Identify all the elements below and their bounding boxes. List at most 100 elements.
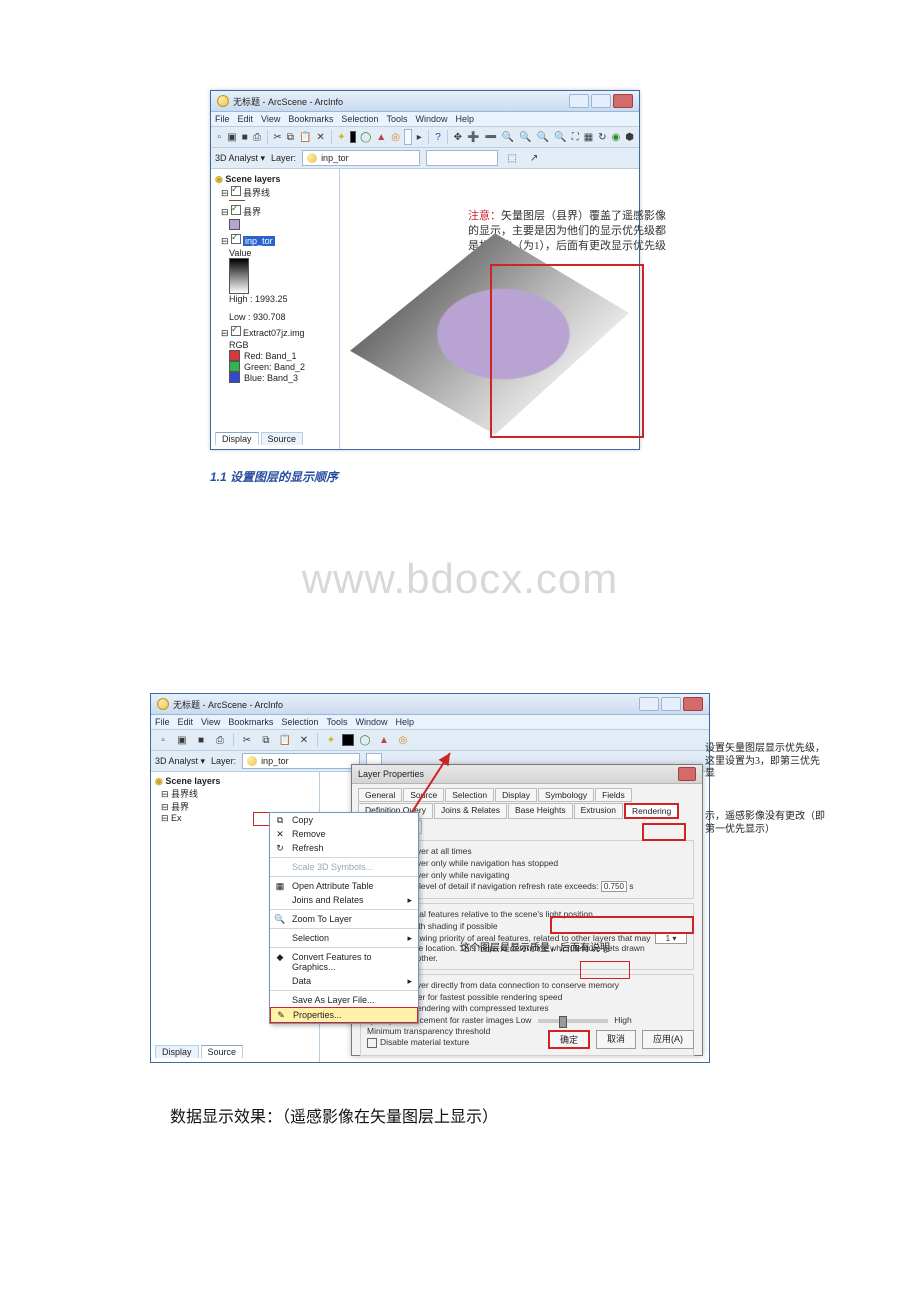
apply-button[interactable]: 应用(A) [642,1030,694,1049]
menu-tools[interactable]: Tools [326,717,347,727]
menu-help[interactable]: Help [455,114,474,124]
ctx-selection[interactable]: Selection▸ [270,931,418,945]
globe2-icon[interactable]: ◉ [611,129,622,145]
menu-help[interactable]: Help [395,717,414,727]
cut-icon[interactable]: ✂ [239,732,255,748]
fly-icon[interactable]: ▲ [375,129,387,145]
ctx-remove[interactable]: ✕Remove [270,827,418,841]
menu-bookmarks[interactable]: Bookmarks [288,114,333,124]
menu-edit[interactable]: Edit [238,114,254,124]
menu-file[interactable]: File [155,717,170,727]
copy-icon[interactable]: ⧉ [258,732,274,748]
tab-rendering[interactable]: Rendering [624,803,679,819]
cancel-button[interactable]: 取消 [596,1030,636,1049]
toc-layer-xjx-2[interactable]: ⊟ 县界线 [161,787,315,800]
new-icon[interactable]: ▫ [215,129,223,145]
box-icon[interactable] [404,129,412,145]
zoomin-icon[interactable]: ➕ [466,129,480,145]
maximize-button[interactable] [591,94,611,108]
delete-icon[interactable]: ✕ [315,129,325,145]
ctx-data[interactable]: Data▸ [270,974,418,988]
nav-icon[interactable]: ◯ [357,732,373,748]
maximize-button[interactable] [661,697,681,711]
paste-icon[interactable]: 📋 [277,732,293,748]
tab-baseheights[interactable]: Base Heights [508,803,573,819]
tab-source-2[interactable]: Source [201,1045,244,1058]
tab-general[interactable]: General [358,788,402,802]
toc-layer-xj[interactable]: ⊟ 县界 [221,205,335,218]
open-icon[interactable]: ▣ [226,129,237,145]
target-icon[interactable]: ◎ [390,129,401,145]
cut-icon[interactable]: ✂ [272,129,282,145]
ctx-zoom[interactable]: 🔍Zoom To Layer [270,912,418,926]
tab-display[interactable]: Display [215,432,259,445]
save-icon[interactable]: ■ [193,732,209,748]
add-data-icon[interactable]: ✦ [323,732,339,748]
full-extent-icon[interactable]: ⛶ [571,129,580,145]
tab-display-2[interactable]: Display [155,1045,199,1058]
tab-source[interactable]: Source [403,788,444,802]
menu-selection[interactable]: Selection [281,717,318,727]
target-icon[interactable]: ◎ [395,732,411,748]
close-button[interactable] [683,697,703,711]
save-icon[interactable]: ■ [241,129,249,145]
zoom2-icon[interactable]: 🔍 [518,129,532,145]
print-icon[interactable]: ⎙ [212,732,228,748]
color-swatch[interactable] [342,734,354,746]
tab-symbology[interactable]: Symbology [538,788,594,802]
zoomout-icon[interactable]: ➖ [483,129,497,145]
zoom1-icon[interactable]: 🔍 [501,129,515,145]
paste-icon[interactable]: 📋 [298,129,312,145]
zoom3-icon[interactable]: 🔍 [536,129,550,145]
menu-window[interactable]: Window [415,114,447,124]
expand-icon[interactable]: ▸ [415,129,423,145]
menu-edit[interactable]: Edit [178,717,194,727]
menu-tools[interactable]: Tools [386,114,407,124]
analyst-dropdown[interactable]: 3D Analyst ▾ [155,756,205,767]
tab-fields[interactable]: Fields [595,788,632,802]
menu-window[interactable]: Window [355,717,387,727]
ctx-saveas[interactable]: Save As Layer File... [270,993,418,1007]
toc-root-2[interactable]: ◉ Scene layers [155,776,315,787]
ctx-properties[interactable]: ✎Properties... [270,1007,418,1023]
layer-select[interactable]: inp_tor [302,150,420,166]
tab-source[interactable]: Source [261,432,304,445]
toc-layer-inp-tor[interactable]: ⊟ inp_tor [221,234,335,247]
print-icon[interactable]: ⎙ [252,129,262,145]
ctx-copy[interactable]: ⧉Copy [270,813,418,827]
menu-bookmarks[interactable]: Bookmarks [228,717,273,727]
grid-icon[interactable]: ▦ [583,129,594,145]
zoom4-icon[interactable]: 🔍 [553,129,567,145]
tab-joins[interactable]: Joins & Relates [434,803,507,819]
ctx-joins[interactable]: Joins and Relates▸ [270,893,418,907]
tab-extrusion[interactable]: Extrusion [574,803,623,819]
rotate-icon[interactable]: ↻ [597,129,607,145]
dialog-close-button[interactable] [678,767,696,781]
menu-file[interactable]: File [215,114,230,124]
tool-a-icon[interactable]: ⬚ [504,150,520,166]
refresh-rate-input[interactable]: 0.750 [601,881,627,892]
new-icon[interactable]: ▫ [155,732,171,748]
quality-slider[interactable] [538,1019,608,1023]
copy-icon[interactable]: ⧉ [286,129,295,145]
ctx-refresh[interactable]: ↻Refresh [270,841,418,855]
close-button[interactable] [613,94,633,108]
minimize-button[interactable] [639,697,659,711]
menu-view[interactable]: View [261,114,280,124]
delete-icon[interactable]: ✕ [296,732,312,748]
layer-select-2[interactable]: inp_tor [242,753,360,769]
pan-icon[interactable]: ✥ [453,129,463,145]
minimize-button[interactable] [569,94,589,108]
tool-b-icon[interactable]: ↗ [526,150,542,166]
fly-icon[interactable]: ▲ [376,732,392,748]
nav-icon[interactable]: ◯ [359,129,372,145]
open-icon[interactable]: ▣ [174,732,190,748]
tab-display[interactable]: Display [495,788,537,802]
menu-view[interactable]: View [201,717,220,727]
toc-layer-extract[interactable]: ⊟ Extract07jz.img [221,326,335,339]
combo-empty[interactable] [426,150,498,166]
menu-selection[interactable]: Selection [341,114,378,124]
toc-layer-xjx[interactable]: ⊟ 县界线 [221,186,335,199]
misc-icon[interactable]: ⬢ [624,129,635,145]
help-icon[interactable]: ? [434,129,442,145]
